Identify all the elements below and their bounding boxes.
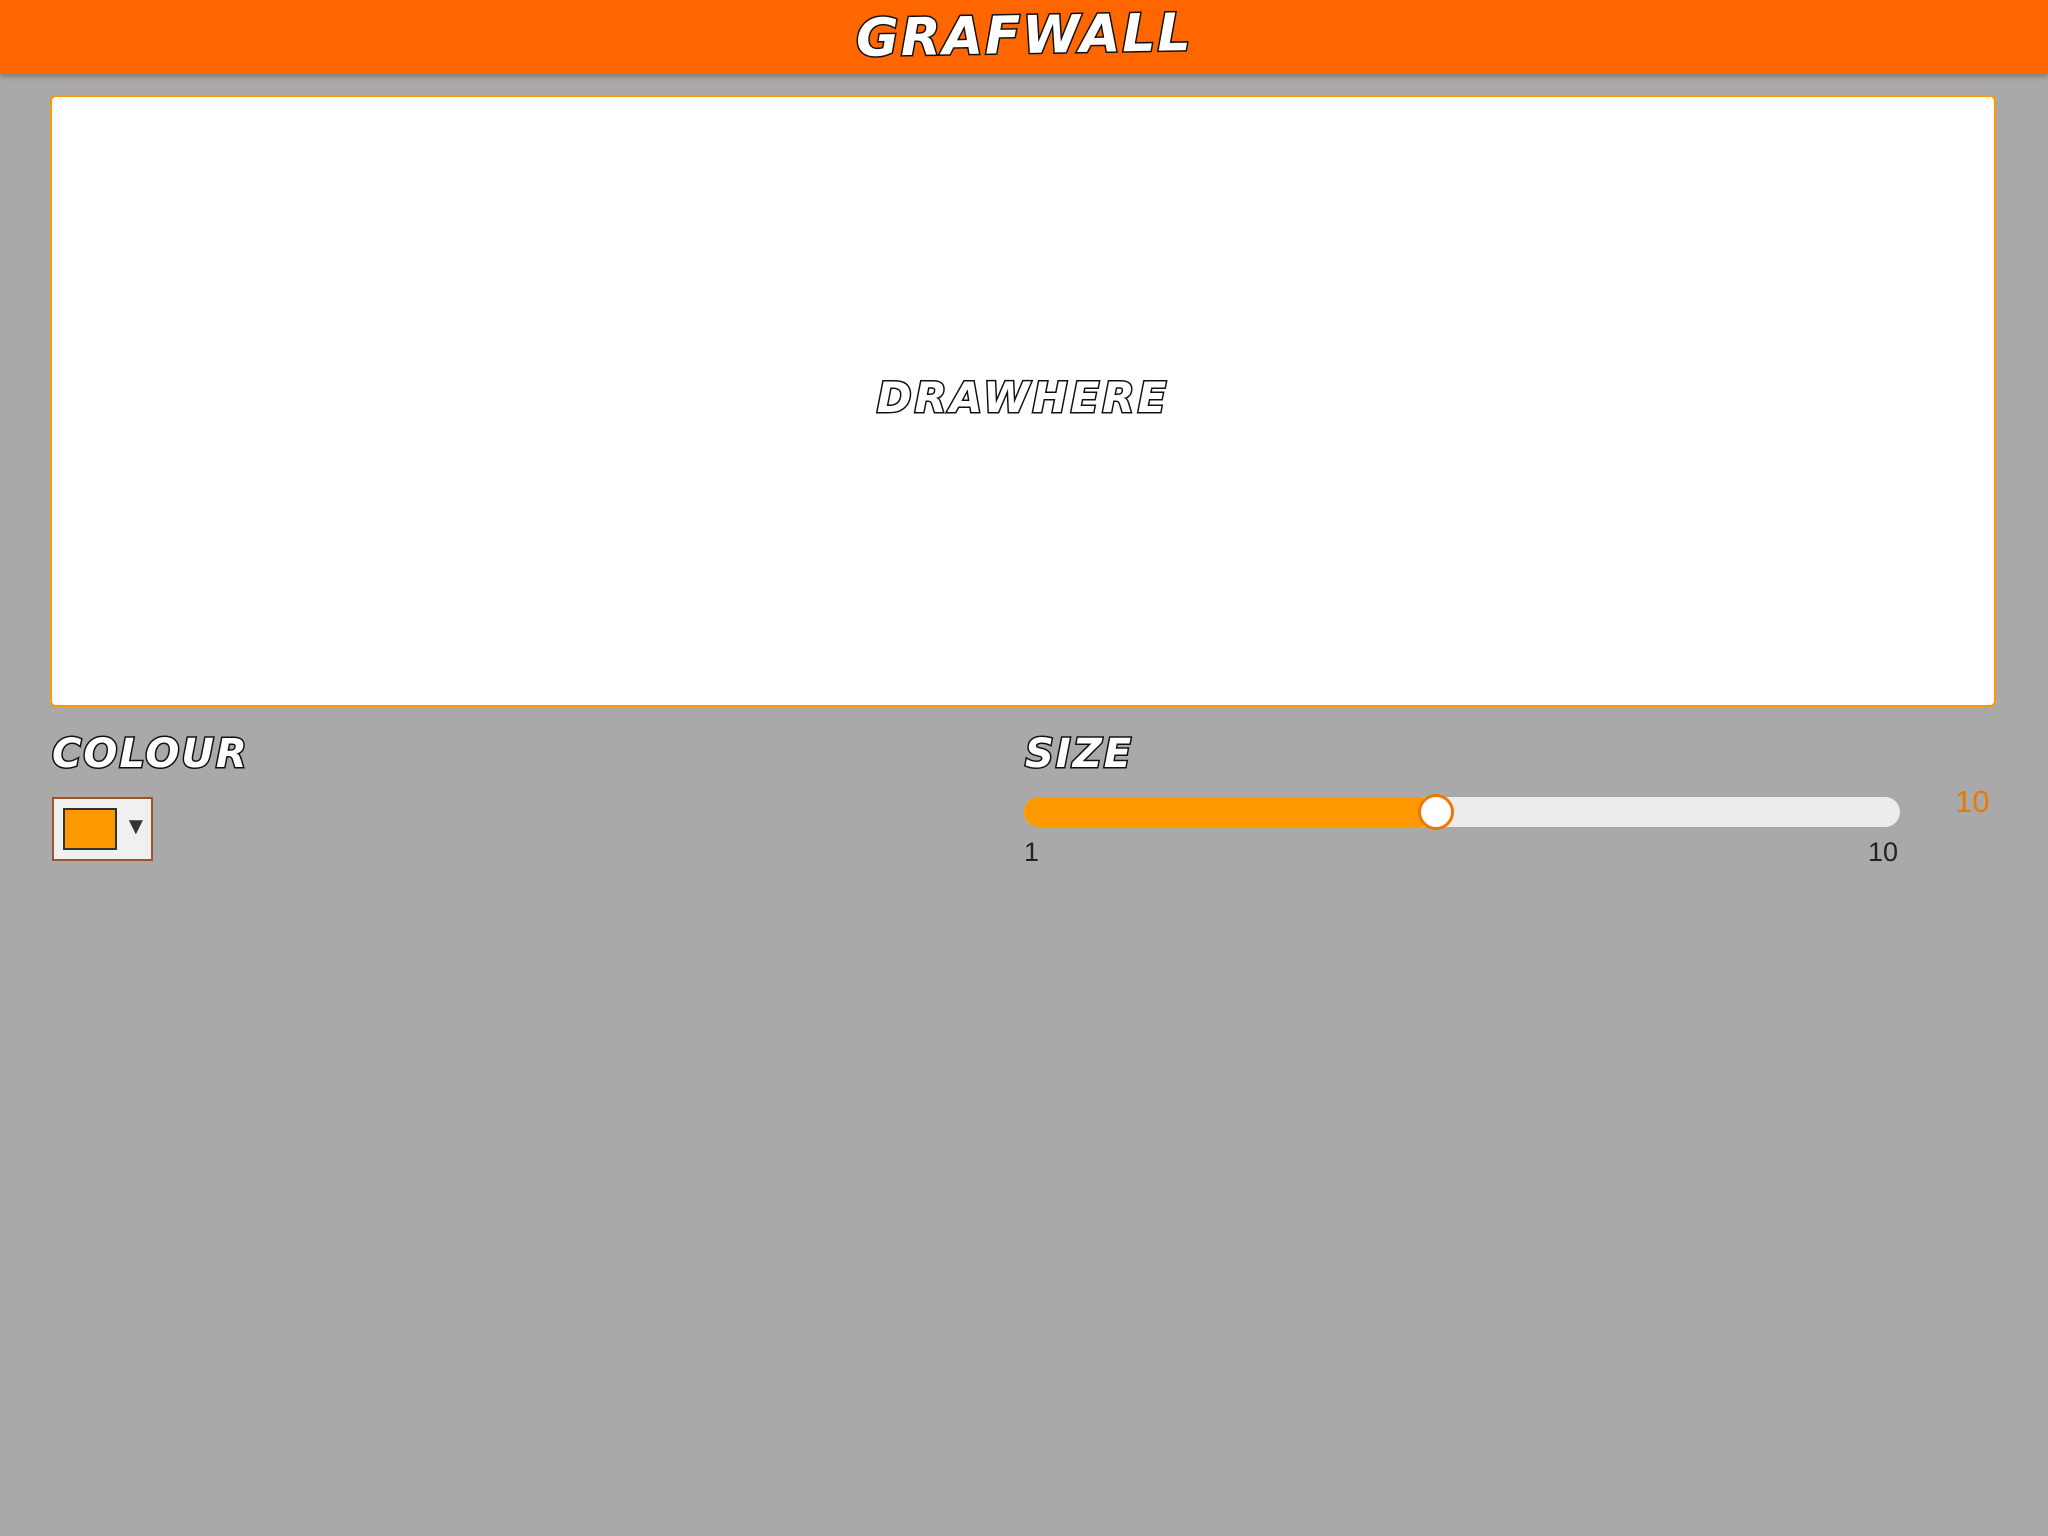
- app-header: GRAFWALL: [0, 0, 2048, 74]
- colour-label: COLOUR: [51, 730, 249, 779]
- colour-picker[interactable]: ▼: [52, 797, 153, 861]
- size-max-label: 10: [1868, 837, 1899, 867]
- size-min-label: 1: [1024, 837, 1040, 867]
- size-slider-thumb[interactable]: [1418, 794, 1454, 830]
- app-title: GRAFWALL: [854, 2, 1195, 71]
- size-slider[interactable]: [1024, 794, 1900, 830]
- size-value-display: 10: [1955, 784, 1990, 819]
- size-slider-fill: [1024, 797, 1436, 827]
- drawing-canvas[interactable]: DRAWHERE: [50, 95, 1996, 707]
- triangle-down-icon: ▼: [124, 813, 148, 840]
- colour-swatch: [63, 808, 117, 850]
- size-label: SIZE: [1023, 730, 1134, 779]
- canvas-hint: DRAWHERE: [875, 372, 1170, 424]
